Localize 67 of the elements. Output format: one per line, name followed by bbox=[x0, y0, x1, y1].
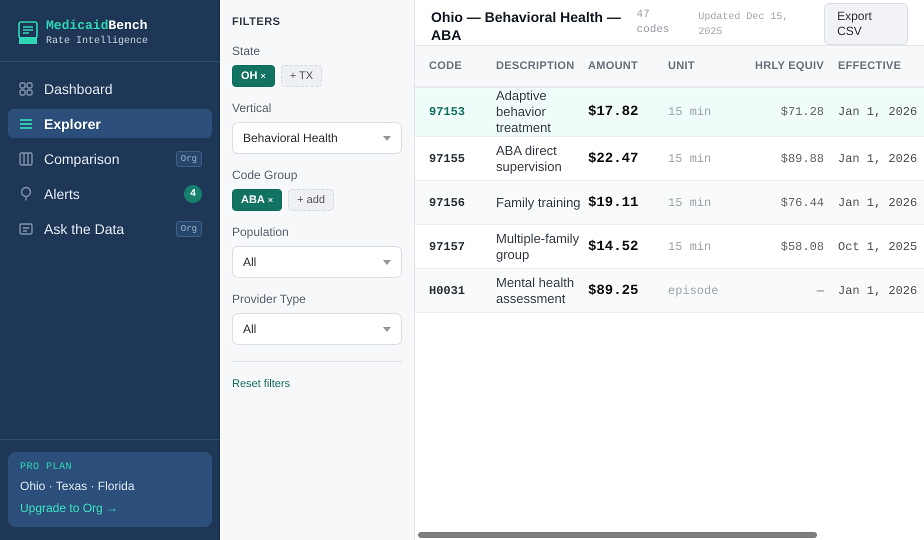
code-count: 47 codes bbox=[636, 8, 671, 38]
filters-title: FILTERS bbox=[232, 16, 282, 28]
filter-chip[interactable]: ABA × bbox=[232, 189, 282, 211]
table-cell: Jan 1, 2026 bbox=[838, 268, 924, 312]
grid-icon bbox=[18, 80, 34, 96]
message-icon bbox=[18, 220, 34, 236]
filter-label: Population bbox=[232, 225, 290, 239]
caret-icon bbox=[383, 136, 391, 140]
table-cell: Jan 1, 2026 bbox=[838, 180, 924, 224]
logo-icon bbox=[18, 20, 38, 44]
filter-label: Code Group bbox=[232, 168, 298, 182]
filter-label: Provider Type bbox=[232, 292, 307, 306]
pin-icon bbox=[18, 186, 34, 202]
brand-tagline: Rate Intelligence bbox=[46, 36, 148, 47]
select-field[interactable]: Behavioral Health bbox=[232, 122, 402, 154]
reset-link[interactable]: Reset filters bbox=[232, 378, 290, 390]
table-row[interactable]: H0031 Mental health assessment $89.25 episode — Jan 1, 2026 bbox=[415, 268, 924, 312]
select-field[interactable]: All bbox=[232, 246, 402, 278]
updated-date: Updated Dec 15, 2025 bbox=[698, 10, 790, 40]
caret-icon bbox=[383, 326, 391, 332]
plan-tag: Org bbox=[176, 150, 202, 166]
filter-chip[interactable]: + add bbox=[288, 189, 334, 211]
page-title: Ohio — Behavioral Health — ABA bbox=[431, 8, 622, 44]
table-cell: 97153 bbox=[415, 87, 496, 136]
table-cell: 97156 bbox=[415, 180, 496, 224]
plan-states: Ohio · Texas · Florida bbox=[20, 479, 136, 493]
filter-label: State bbox=[232, 44, 262, 58]
table-cell: Adaptive behavior treatment bbox=[496, 87, 588, 136]
column-header: UNIT bbox=[668, 46, 743, 87]
plan-tag: Org bbox=[176, 220, 202, 236]
filter-chip[interactable]: OH × bbox=[232, 65, 275, 87]
table-cell: Mental health assessment bbox=[496, 268, 588, 312]
table-cell: 15 min bbox=[668, 180, 743, 224]
column-header: DESCRIPTION bbox=[496, 46, 588, 87]
table-cell: $76.44 bbox=[743, 180, 838, 224]
table-cell: H0031 bbox=[415, 268, 496, 312]
filter-label: Vertical bbox=[232, 101, 272, 115]
nav-item[interactable]: Comparison Org bbox=[8, 144, 212, 173]
table-cell: $89.25 bbox=[588, 268, 668, 312]
table-cell: Family training bbox=[496, 180, 588, 224]
columns-icon bbox=[18, 150, 34, 166]
nav-item[interactable]: Alerts 4 bbox=[8, 179, 212, 208]
brand-name: MedicaidBench bbox=[46, 18, 148, 33]
nav-item[interactable]: Ask the Data Org bbox=[8, 214, 212, 243]
plan-title: PRO PLAN bbox=[20, 462, 74, 473]
column-header: CODE bbox=[415, 46, 496, 87]
upgrade-link[interactable]: Upgrade to Org → bbox=[20, 501, 118, 515]
export-button[interactable]: Export CSV bbox=[824, 3, 908, 45]
nav-item[interactable]: Dashboard bbox=[8, 74, 212, 103]
count-badge: 4 bbox=[184, 184, 202, 202]
table-cell: $19.11 bbox=[588, 180, 668, 224]
select-field[interactable]: All bbox=[232, 313, 402, 345]
column-header: AMOUNT bbox=[588, 46, 668, 87]
table-row[interactable]: 97156 Family training $19.11 15 min $76.44 Jan 1, 2026 bbox=[415, 180, 924, 224]
table-cell: Jan 1, 2026 bbox=[838, 87, 924, 136]
table-cell: episode bbox=[668, 268, 743, 312]
table-cell: 15 min bbox=[668, 87, 743, 136]
table-cell: $17.82 bbox=[588, 87, 668, 136]
filter-chip[interactable]: + TX bbox=[280, 65, 322, 87]
column-header: EFFECTIVE bbox=[838, 46, 924, 87]
table-cell: $71.28 bbox=[743, 87, 838, 136]
scrollbar[interactable] bbox=[418, 532, 817, 538]
caret-icon bbox=[383, 260, 391, 264]
table-cell: — bbox=[743, 268, 838, 312]
nav-item[interactable]: Explorer bbox=[8, 109, 212, 138]
column-header: HRLY EQUIV bbox=[743, 46, 838, 87]
table-row[interactable]: 97153 Adaptive behavior treatment $17.82 15 min $71.28 Jan 1, 2026 bbox=[415, 87, 924, 136]
